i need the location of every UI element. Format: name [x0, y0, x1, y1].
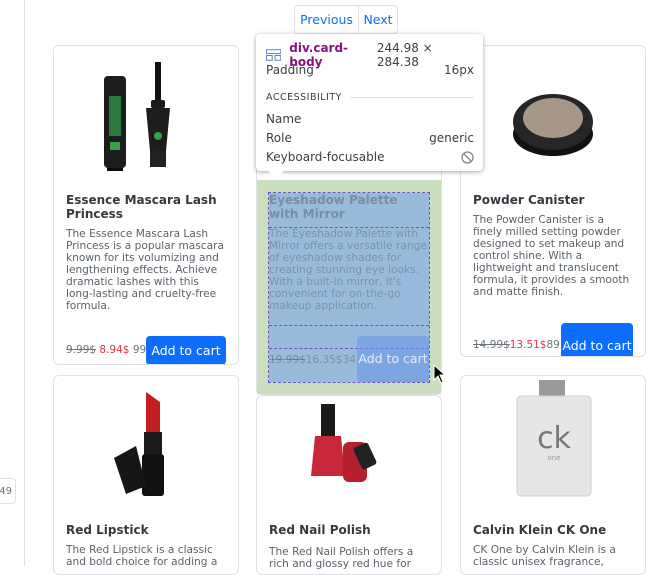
role-label: Role [266, 131, 292, 145]
role-value: generic [429, 131, 474, 145]
price-row: 9.99$ 8.94$ 99 [66, 344, 146, 356]
discounted-price: 8.94$ [99, 344, 130, 356]
price-extra: 34 [342, 354, 356, 366]
accessibility-section: ACCESSIBILITY [266, 92, 474, 103]
price-row: 14.99$13.51$89 [473, 339, 560, 351]
price-row: 19.99$16.35$34 [269, 354, 356, 366]
add-to-cart-button[interactable]: Add to cart [357, 336, 429, 382]
previous-button[interactable]: Previous [294, 5, 359, 34]
product-card: Essence Mascara Lash Princess The Essenc… [53, 45, 239, 365]
product-description: CK One by Calvin Klein is a classic unis… [473, 544, 616, 568]
grid-layout-icon [266, 49, 282, 61]
product-description: The Essence Mascara Lash Princess is a p… [66, 228, 224, 312]
padding-value: 16px [444, 63, 474, 77]
product-image-powder [513, 94, 593, 156]
product-image-mascara [104, 62, 170, 171]
product-card: Red Lipstick The Red Lipstick is a class… [53, 375, 239, 575]
focusable-label: Keyboard-focusable [266, 150, 385, 164]
product-title: Calvin Klein CK One [473, 523, 607, 537]
product-card: Red Nail Polish The Red Nail Polish offe… [256, 395, 442, 575]
discounted-price: 16.35$ [305, 354, 343, 366]
product-card: Powder Canister The Powder Canister is a… [460, 45, 646, 357]
product-card: ck one Calvin Klein CK One CK One by Cal… [460, 375, 646, 575]
product-description: The Powder Canister is a finely milled s… [473, 214, 630, 298]
product-title: Eyeshadow Palette with Mirror [269, 193, 398, 221]
original-price: 19.99$ [269, 354, 306, 366]
bottle-sub-text: one [547, 454, 560, 462]
left-panel-edge [24, 0, 25, 566]
pagination: Previous Next [294, 5, 398, 34]
product-title: Red Lipstick [66, 523, 149, 537]
product-description: The Eyeshadow Palette with Mirror offers… [269, 228, 427, 312]
add-to-cart-button[interactable]: Add to cart [561, 323, 633, 356]
original-price: 14.99$ [473, 339, 510, 351]
original-price: 9.99$ [66, 344, 97, 356]
product-image-lipstick [114, 392, 164, 496]
product-description: The Red Nail Polish offers a rich and gl… [269, 546, 414, 570]
price-extra: 99 [132, 344, 147, 356]
not-allowed-icon [461, 150, 474, 164]
page-number-chip[interactable]: 49 [0, 478, 16, 504]
add-to-cart-button[interactable]: Add to cart [146, 336, 226, 364]
product-title: Powder Canister [473, 193, 585, 207]
next-button[interactable]: Next [358, 5, 398, 34]
product-image-ck-one: ck one [516, 380, 592, 497]
discounted-price: 13.51$ [509, 339, 547, 351]
mouse-cursor-icon [433, 364, 447, 384]
price-extra: 89 [546, 339, 560, 351]
product-title: Red Nail Polish [269, 523, 371, 537]
tooltip-arrow [268, 171, 284, 179]
name-label: Name [266, 112, 302, 126]
highlight-guide [269, 325, 429, 326]
padding-label: Padding [266, 63, 314, 77]
bottle-brand-text: ck [537, 421, 571, 456]
inspector-tooltip: div.card-body 244.98 × 284.38 Padding 16… [256, 34, 483, 179]
product-description: The Red Lipstick is a classic and bold c… [66, 544, 218, 568]
accessibility-heading: ACCESSIBILITY [266, 92, 342, 103]
product-title: Essence Mascara Lash Princess [66, 193, 217, 221]
